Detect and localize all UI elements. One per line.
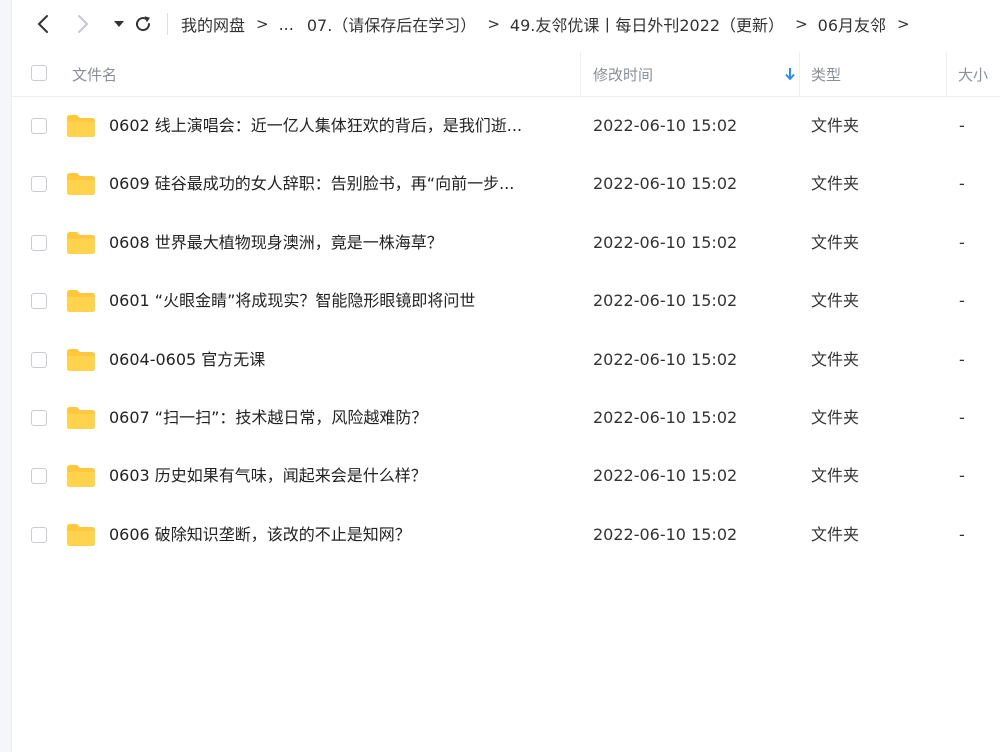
breadcrumb-separator: >	[897, 15, 910, 33]
file-list: 0602 线上演唱会：近一亿人集体狂欢的背后，是我们逝... 2022-06-1…	[11, 97, 1000, 564]
file-name[interactable]: 0602 线上演唱会：近一亿人集体狂欢的背后，是我们逝...	[109, 97, 571, 155]
table-row[interactable]: 0601 “火眼金睛”将成现实？智能隐形眼镜即将问世 2022-06-10 15…	[11, 272, 1000, 330]
row-checkbox[interactable]	[31, 234, 47, 251]
file-type: 文件夹	[811, 174, 860, 194]
modified-time: 2022-06-10 15:02	[593, 407, 738, 427]
table-row[interactable]: 0609 硅谷最成功的女人辞职：告别脸书，再“向前一步... 2022-06-1…	[11, 155, 1000, 213]
row-checkbox[interactable]	[31, 176, 47, 193]
file-size: -	[959, 174, 965, 194]
column-header-modified[interactable]: 修改时间	[593, 52, 653, 96]
table-row[interactable]: 0603 历史如果有气味，闻起来会是什么样？ 2022-06-10 15:02 …	[11, 447, 1000, 505]
table-row[interactable]: 0604-0605 官方无课 2022-06-10 15:02 文件夹 -	[11, 331, 1000, 389]
file-name[interactable]: 0608 世界最大植物现身澳洲，竟是一株海草？	[109, 214, 571, 272]
column-divider[interactable]	[946, 52, 947, 96]
chevron-right-icon	[78, 15, 88, 33]
column-divider[interactable]	[799, 52, 800, 96]
table-row[interactable]: 0608 世界最大植物现身澳洲，竟是一株海草？ 2022-06-10 15:02…	[11, 214, 1000, 272]
modified-time: 2022-06-10 15:02	[593, 116, 738, 135]
file-name[interactable]: 0606 破除知识垄断，该改的不止是知网？	[109, 506, 571, 564]
file-table-header: 文件名 修改时间 类型 大小	[11, 52, 1000, 97]
file-size: -	[959, 407, 965, 427]
modified-time: 2022-06-10 15:02	[593, 291, 738, 311]
column-header-size[interactable]: 大小	[958, 52, 988, 96]
file-type: 文件夹	[811, 407, 860, 427]
breadcrumb-separator: >	[795, 15, 808, 33]
refresh-button[interactable]	[129, 0, 157, 48]
breadcrumb: 我的网盘 > ... 07.（请保存后在学习） > 49.友邻优课丨每日外刊20…	[181, 12, 920, 36]
chevron-left-icon	[38, 15, 48, 33]
folder-icon	[67, 465, 95, 488]
table-row[interactable]: 0602 线上演唱会：近一亿人集体狂欢的背后，是我们逝... 2022-06-1…	[11, 97, 1000, 155]
caret-down-icon	[114, 21, 124, 27]
navigation-bar: 我的网盘 > ... 07.（请保存后在学习） > 49.友邻优课丨每日外刊20…	[11, 0, 1000, 48]
file-size: -	[959, 349, 965, 369]
file-name[interactable]: 0609 硅谷最成功的女人辞职：告别脸书，再“向前一步...	[109, 155, 571, 213]
file-size: -	[959, 466, 965, 486]
file-name[interactable]: 0603 历史如果有气味，闻起来会是什么样？	[109, 447, 571, 505]
modified-time: 2022-06-10 15:02	[593, 466, 738, 486]
folder-icon	[67, 290, 95, 313]
modified-time: 2022-06-10 15:02	[593, 349, 738, 369]
file-type: 文件夹	[811, 116, 860, 135]
file-name[interactable]: 0607 “扫一扫”：技术越日常，风险越难防？	[109, 389, 571, 447]
file-size: -	[959, 116, 965, 135]
file-type: 文件夹	[811, 466, 860, 486]
file-name[interactable]: 0604-0605 官方无课	[109, 331, 571, 389]
folder-icon	[67, 523, 95, 546]
refresh-icon	[136, 16, 151, 32]
file-size: -	[959, 291, 965, 311]
back-button[interactable]	[25, 0, 61, 48]
folder-icon	[67, 173, 95, 196]
column-header-type[interactable]: 类型	[811, 52, 841, 96]
modified-time: 2022-06-10 15:02	[593, 524, 738, 544]
folder-icon	[67, 231, 95, 254]
select-all-checkbox[interactable]	[31, 65, 47, 81]
folder-icon	[67, 406, 95, 429]
row-checkbox[interactable]	[31, 526, 47, 543]
modified-time: 2022-06-10 15:02	[593, 174, 738, 194]
breadcrumb-folder-07[interactable]: 07.（请保存后在学习）	[307, 12, 476, 36]
row-checkbox[interactable]	[31, 118, 47, 134]
forward-button[interactable]	[69, 0, 97, 48]
breadcrumb-collapsed[interactable]: ...	[279, 15, 294, 34]
row-checkbox[interactable]	[31, 468, 47, 485]
file-manager-window: 我的网盘 > ... 07.（请保存后在学习） > 49.友邻优课丨每日外刊20…	[0, 0, 1000, 752]
file-size: -	[959, 524, 965, 544]
breadcrumb-root[interactable]: 我的网盘	[181, 12, 245, 36]
file-type: 文件夹	[811, 524, 860, 544]
column-divider[interactable]	[580, 52, 581, 96]
file-type: 文件夹	[811, 232, 860, 252]
row-checkbox[interactable]	[31, 293, 47, 310]
breadcrumb-separator: >	[256, 15, 269, 33]
modified-time: 2022-06-10 15:02	[593, 232, 738, 252]
row-checkbox[interactable]	[31, 409, 47, 426]
breadcrumb-folder-49[interactable]: 49.友邻优课丨每日外刊2022（更新）	[510, 12, 784, 36]
file-type: 文件夹	[811, 349, 860, 369]
folder-icon	[67, 348, 95, 371]
file-type: 文件夹	[811, 291, 860, 311]
column-header-name[interactable]: 文件名	[72, 52, 117, 96]
folder-icon	[67, 115, 95, 137]
file-name[interactable]: 0601 “火眼金睛”将成现实？智能隐形眼镜即将问世	[109, 272, 571, 330]
table-row[interactable]: 0606 破除知识垄断，该改的不止是知网？ 2022-06-10 15:02 文…	[11, 506, 1000, 564]
row-checkbox[interactable]	[31, 351, 47, 368]
file-size: -	[959, 232, 965, 252]
breadcrumb-current[interactable]: 06月友邻	[818, 12, 886, 36]
history-dropdown-button[interactable]	[109, 0, 129, 48]
sort-descending-icon[interactable]	[784, 67, 796, 81]
table-row[interactable]: 0607 “扫一扫”：技术越日常，风险越难防？ 2022-06-10 15:02…	[11, 389, 1000, 447]
toolbar-divider	[167, 13, 168, 35]
breadcrumb-separator: >	[487, 15, 500, 33]
